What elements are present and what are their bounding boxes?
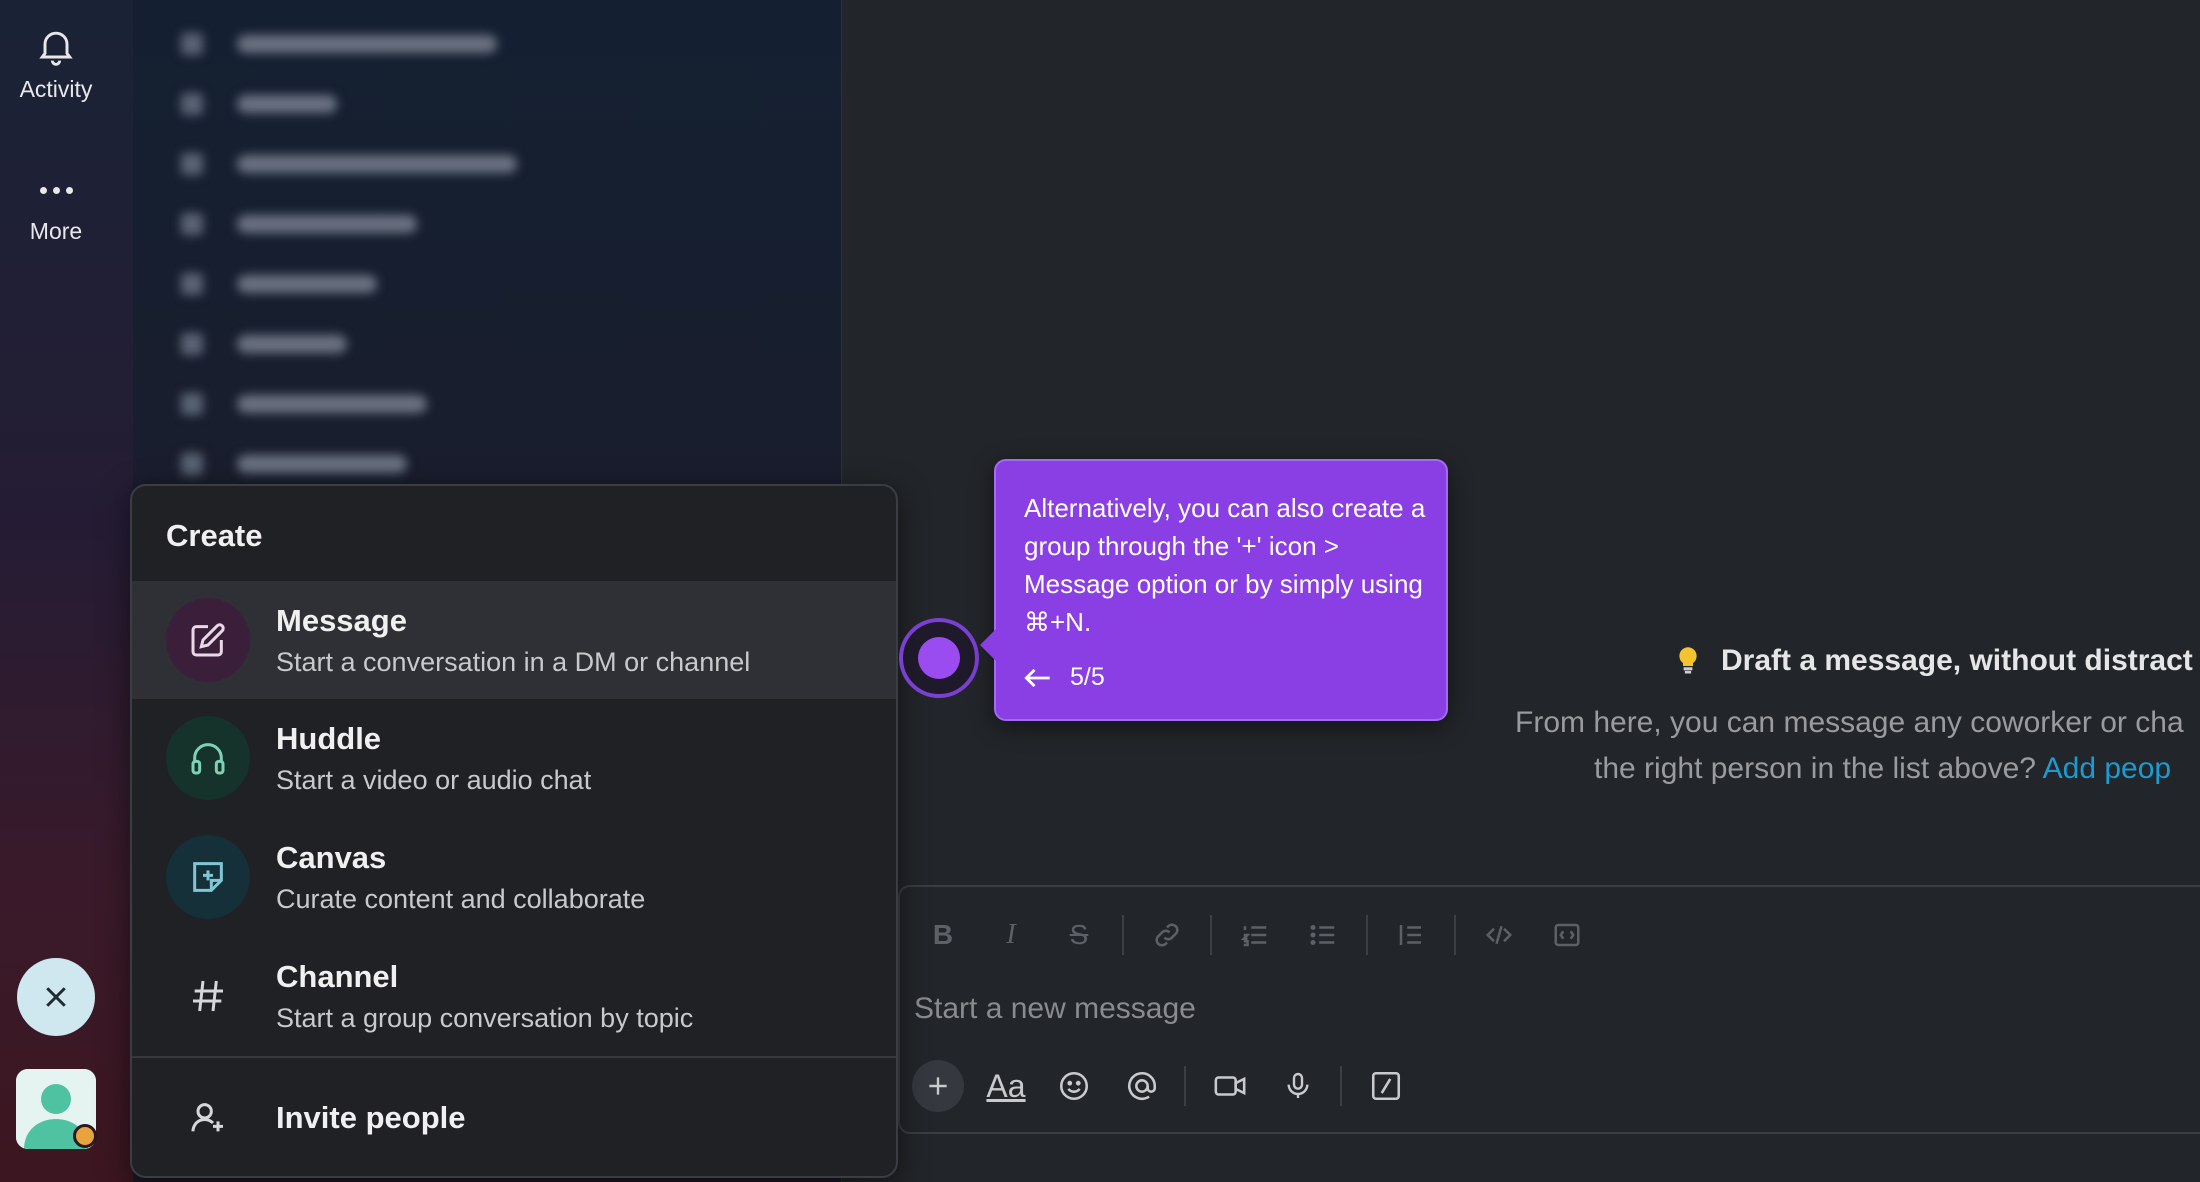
code-button[interactable] <box>1474 911 1524 959</box>
invite-people-label: Invite people <box>276 1100 466 1135</box>
rail-activity-label: Activity <box>19 76 93 102</box>
menu-item-title: Channel <box>276 958 399 994</box>
draft-description-line2: the right person in the list above? Add … <box>1594 746 2200 792</box>
attach-button[interactable] <box>912 1060 964 1112</box>
create-message-item[interactable]: Message Start a conversation in a DM or … <box>132 581 896 699</box>
menu-item-subtitle: Start a group conversation by topic <box>276 1002 694 1033</box>
draft-heading: Draft a message, without distract <box>1675 644 2200 678</box>
menu-item-subtitle: Curate content and collaborate <box>276 883 646 914</box>
list-item <box>181 74 517 134</box>
close-create-button[interactable] <box>17 958 95 1036</box>
emoji-icon <box>1059 1071 1089 1101</box>
composer-actions: Aa <box>912 1060 1428 1112</box>
toolbar-divider <box>1122 915 1124 955</box>
rail-activity[interactable]: Activity <box>0 24 112 103</box>
status-badge <box>73 1124 97 1148</box>
add-user-icon <box>166 1076 250 1160</box>
list-item <box>181 314 517 374</box>
toolbar-divider <box>1340 1066 1342 1106</box>
at-icon <box>1128 1072 1157 1100</box>
microphone-icon <box>1287 1072 1309 1098</box>
link-button[interactable] <box>1142 911 1192 959</box>
code-icon <box>1485 925 1513 945</box>
code-block-button[interactable] <box>1542 911 1592 959</box>
create-canvas-item[interactable]: Canvas Curate content and collaborate <box>132 818 896 936</box>
slash-icon <box>1371 1071 1401 1101</box>
back-arrow-icon[interactable] <box>1024 666 1052 690</box>
tour-tooltip: Alternatively, you can also create a gro… <box>980 459 1448 721</box>
create-menu: Create Message Start a conversation in a… <box>130 484 898 1178</box>
italic-icon: I <box>1006 919 1016 950</box>
menu-item-title: Message <box>276 602 407 638</box>
bold-icon: B <box>932 919 954 950</box>
strikethrough-button[interactable]: S <box>1054 911 1104 959</box>
tour-hotspot-dot <box>918 637 960 679</box>
hash-icon <box>166 954 250 1038</box>
tooltip-step-counter: 5/5 <box>1070 663 1105 691</box>
lightbulb-icon <box>1679 647 1697 674</box>
text-format-icon: Aa <box>986 1067 1026 1104</box>
create-menu-title: Create <box>166 518 263 553</box>
rail-more[interactable]: More <box>0 170 112 245</box>
close-icon <box>46 987 66 1007</box>
tour-hotspot[interactable] <box>899 618 979 698</box>
bullet-list-button[interactable] <box>1298 911 1348 959</box>
format-toggle-button[interactable]: Aa <box>980 1060 1032 1112</box>
create-huddle-item[interactable]: Huddle Start a video or audio chat <box>132 699 896 817</box>
audio-clip-button[interactable] <box>1272 1060 1324 1112</box>
toolbar-divider <box>1454 915 1456 955</box>
bullet-list-icon <box>1310 925 1335 945</box>
video-icon <box>1214 1076 1246 1096</box>
italic-button[interactable]: I <box>986 911 1036 959</box>
draft-title: Draft a message, without distract <box>1721 644 2193 677</box>
menu-item-title: Huddle <box>276 720 382 756</box>
message-composer: B I S Start a new message Aa <box>898 885 2200 1134</box>
left-rail: Activity More <box>0 0 133 1182</box>
list-item <box>181 374 517 434</box>
add-people-link[interactable]: Add peop <box>2043 752 2171 785</box>
invite-people-item[interactable]: Invite people <box>132 1058 896 1176</box>
plus-icon <box>929 1077 947 1095</box>
draft-line2-text: the right person in the list above? <box>1594 752 2036 785</box>
menu-item-subtitle: Start a video or audio chat <box>276 764 592 795</box>
draft-description-line1: From here, you can message any coworker … <box>1515 706 2184 739</box>
more-dots-icon <box>39 170 73 210</box>
list-item <box>181 254 517 314</box>
bold-button[interactable]: B <box>918 911 968 959</box>
message-input[interactable]: Start a new message <box>914 992 1196 1026</box>
toolbar-divider <box>1184 1066 1186 1106</box>
create-channel-item[interactable]: Channel Start a group conversation by to… <box>132 937 896 1055</box>
bell-icon <box>39 31 73 66</box>
headphones-icon <box>166 716 250 800</box>
tooltip-footer: 5/5 <box>1024 663 1105 692</box>
canvas-icon <box>166 835 250 919</box>
formatting-toolbar: B I S <box>918 911 1610 959</box>
menu-item-subtitle: Start a conversation in a DM or channel <box>276 646 751 677</box>
strikethrough-icon: S <box>1069 919 1089 950</box>
tooltip-text: Alternatively, you can also create a gro… <box>1024 493 1426 637</box>
list-item <box>181 134 517 194</box>
blurred-channel-list <box>181 14 517 494</box>
emoji-button[interactable] <box>1048 1060 1100 1112</box>
slash-command-button[interactable] <box>1360 1060 1412 1112</box>
rail-more-label: More <box>29 218 83 244</box>
blockquote-button[interactable] <box>1386 911 1436 959</box>
compose-icon <box>166 598 250 682</box>
toolbar-divider <box>1210 915 1212 955</box>
mention-button[interactable] <box>1116 1060 1168 1112</box>
ordered-list-icon <box>1240 926 1267 947</box>
link-icon <box>1155 923 1179 947</box>
list-item <box>181 14 517 74</box>
menu-item-title: Canvas <box>276 839 387 875</box>
blockquote-icon <box>1399 925 1421 945</box>
list-item <box>181 194 517 254</box>
ordered-list-button[interactable] <box>1230 911 1280 959</box>
video-clip-button[interactable] <box>1204 1060 1256 1112</box>
code-block-icon <box>1554 923 1580 947</box>
toolbar-divider <box>1366 915 1368 955</box>
